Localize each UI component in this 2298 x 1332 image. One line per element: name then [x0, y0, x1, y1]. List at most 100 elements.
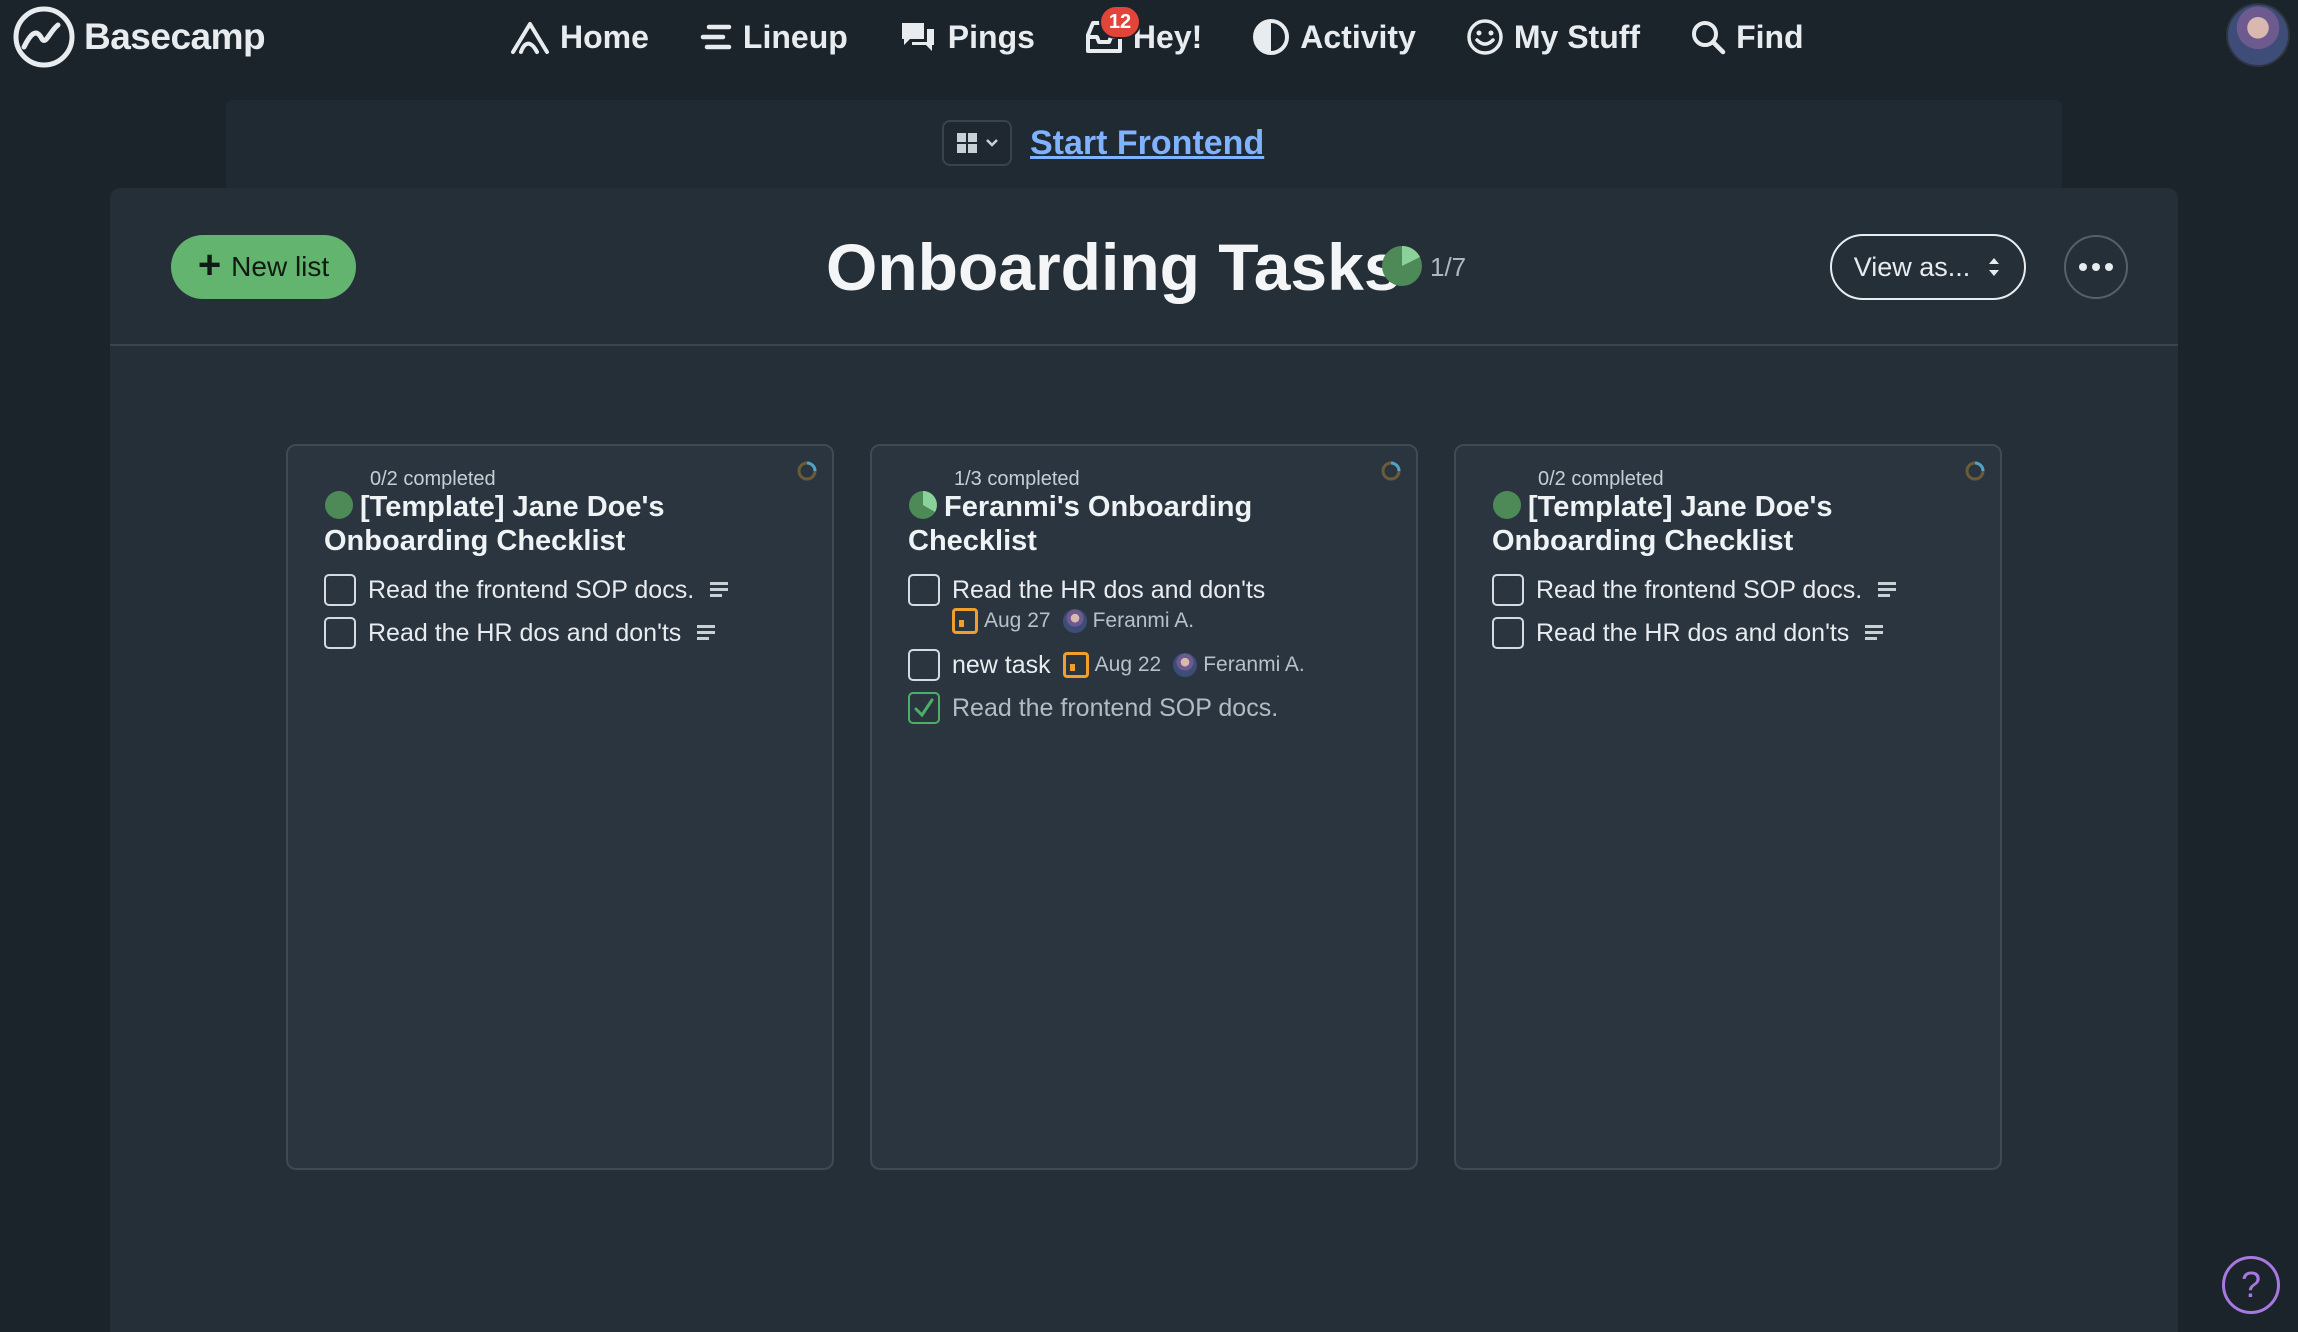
pings-icon: [901, 23, 934, 51]
todo-item: Read the HR dos and don'ts: [324, 617, 717, 649]
list-title[interactable]: [Template] Jane Doe's Onboarding Checkli…: [324, 490, 804, 558]
home-icon: [511, 22, 549, 54]
progress-pie-icon: [1493, 491, 1521, 519]
todo-due-date: Aug 22: [1094, 653, 1162, 676]
plus-icon: +: [197, 243, 222, 287]
todo-checkbox[interactable]: [1492, 574, 1524, 606]
nav-home[interactable]: Home: [510, 19, 649, 56]
todo-item: Read the frontend SOP docs.: [1492, 574, 1898, 606]
todo-checkbox[interactable]: [908, 574, 940, 606]
notification-badge: 12: [1098, 4, 1142, 39]
view-as-label: View as...: [1853, 251, 1971, 282]
todo-item: Read the HR dos and don'ts: [908, 574, 1265, 606]
basecamp-logo[interactable]: Basecamp: [12, 6, 266, 68]
progress-pie-icon: [909, 491, 937, 519]
todo-text[interactable]: Read the HR dos and don'ts: [952, 576, 1265, 605]
notes-icon: [697, 625, 716, 640]
nav-pings[interactable]: Pings: [898, 19, 1035, 56]
list-completed-count: 0/2 completed: [1538, 468, 1664, 490]
chevron-down-icon: [986, 139, 998, 147]
smiley-icon: [1467, 19, 1503, 55]
list-title-text: [Template] Jane Doe's Onboarding Checkli…: [1492, 491, 1833, 557]
todo-list-card[interactable]: 1/3 completed Feranmi's Onboarding Check…: [870, 444, 1418, 1170]
todo-list-card[interactable]: 0/2 completed [Template] Jane Doe's Onbo…: [1454, 444, 2002, 1170]
todo-checkbox[interactable]: [908, 649, 940, 681]
progress-pie-icon: [325, 491, 353, 519]
todo-text[interactable]: Read the HR dos and don'ts: [368, 619, 681, 648]
basecamp-logo-icon: [13, 6, 75, 68]
user-avatar[interactable]: [2226, 3, 2290, 67]
nav-my-stuff[interactable]: My Stuff: [1466, 18, 1640, 56]
list-title[interactable]: Feranmi's Onboarding Checklist: [908, 490, 1388, 558]
ellipsis-dot: [2092, 263, 2100, 271]
page-title: Onboarding Tasks: [826, 230, 1401, 304]
todo-due-date: Aug 27: [984, 609, 1051, 632]
new-list-label: New list: [231, 251, 330, 282]
list-completed-count: 1/3 completed: [954, 468, 1080, 490]
todo-text[interactable]: Read the frontend SOP docs.: [952, 694, 1278, 723]
nav-lineup[interactable]: Lineup: [699, 19, 848, 56]
checkmark-icon: [914, 698, 934, 718]
calendar-icon: [1062, 652, 1089, 678]
loading-spinner-icon: [1965, 461, 1985, 481]
nav-find-label: Find: [1736, 18, 1804, 55]
grid-icon: [957, 133, 977, 153]
calendar-icon: [952, 608, 978, 634]
todo-checkbox[interactable]: [324, 617, 356, 649]
todo-item-completed: Read the frontend SOP docs.: [908, 692, 1278, 724]
todo-list-card[interactable]: 0/2 completed [Template] Jane Doe's Onbo…: [286, 444, 834, 1170]
new-list-button[interactable]: + New list: [171, 235, 356, 299]
list-title-text: [Template] Jane Doe's Onboarding Checkli…: [324, 491, 665, 557]
todo-text[interactable]: new task: [952, 651, 1051, 680]
nav-hey-label: Hey!: [1132, 18, 1203, 55]
breadcrumb-bar: Start Frontend: [226, 100, 2062, 188]
assignee-avatar: [1173, 653, 1198, 677]
todo-text[interactable]: Read the frontend SOP docs.: [368, 576, 694, 605]
list-completed-count: 0/2 completed: [370, 468, 496, 490]
more-options-button[interactable]: [2064, 235, 2128, 299]
ellipsis-dot: [2105, 263, 2113, 271]
todo-assignee[interactable]: Feranmi A.: [1093, 609, 1195, 633]
todo-text[interactable]: Read the HR dos and don'ts: [1536, 619, 1849, 648]
ellipsis-dot: [2079, 263, 2087, 271]
help-button[interactable]: ?: [2222, 1256, 2280, 1314]
todo-meta: Aug 27 Feranmi A.: [952, 608, 1194, 634]
sort-arrows-icon: [1989, 258, 2000, 276]
search-icon: [1692, 21, 1726, 55]
nav-my-stuff-label: My Stuff: [1513, 18, 1641, 55]
project-switcher-button[interactable]: [942, 120, 1012, 166]
app-name: Basecamp: [84, 16, 266, 57]
todo-item: new task Aug 22 Feranmi A.: [908, 649, 1305, 681]
todo-item: Read the frontend SOP docs.: [324, 574, 730, 606]
todo-checkbox-checked[interactable]: [908, 692, 940, 724]
notes-icon: [1878, 582, 1897, 597]
nav-find[interactable]: Find: [1690, 19, 1804, 56]
nav-pings-label: Pings: [947, 18, 1035, 55]
notes-icon: [710, 582, 729, 597]
nav-lineup-label: Lineup: [742, 18, 848, 55]
loading-spinner-icon: [797, 461, 817, 481]
view-as-button[interactable]: View as...: [1830, 234, 2026, 300]
project-breadcrumb-link[interactable]: Start Frontend: [1030, 118, 1264, 168]
todo-checkbox[interactable]: [1492, 617, 1524, 649]
main-nav: Home Lineup Pings 12 Hey! Activity My St…: [510, 4, 1854, 68]
top-navigation: Basecamp Home Lineup Pings 12 Hey! Activ…: [0, 0, 2298, 76]
todo-text[interactable]: Read the frontend SOP docs.: [1536, 576, 1862, 605]
loading-spinner-icon: [1381, 461, 1401, 481]
main-panel: + New list Onboarding Tasks 1/7 View as.…: [110, 188, 2178, 1332]
activity-icon: [1253, 19, 1290, 55]
assignee-avatar: [1062, 609, 1087, 633]
nav-activity[interactable]: Activity: [1252, 18, 1416, 56]
progress-pie-icon: [1382, 245, 1422, 286]
todo-checkbox[interactable]: [324, 574, 356, 606]
list-title-text: Feranmi's Onboarding Checklist: [908, 491, 1253, 557]
list-title[interactable]: [Template] Jane Doe's Onboarding Checkli…: [1492, 490, 1972, 558]
progress-count: 1/7: [1430, 252, 1467, 282]
nav-activity-label: Activity: [1300, 18, 1416, 55]
panel-header: + New list Onboarding Tasks 1/7 View as.…: [110, 188, 2178, 346]
nav-hey[interactable]: 12 Hey!: [1085, 4, 1203, 56]
lineup-icon: [700, 24, 732, 50]
todo-assignee[interactable]: Feranmi A.: [1203, 653, 1305, 677]
notes-icon: [1865, 625, 1884, 640]
nav-home-label: Home: [560, 18, 649, 55]
